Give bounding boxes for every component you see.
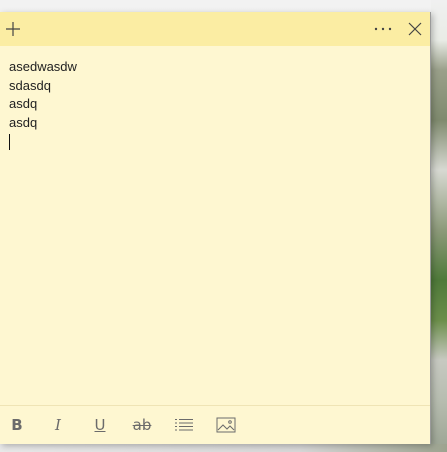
add-image-button[interactable] <box>210 406 242 444</box>
italic-button[interactable]: I <box>42 406 74 444</box>
bulleted-list-icon <box>175 419 193 431</box>
note-line: asedwasdw <box>9 59 77 74</box>
new-note-button[interactable] <box>0 12 28 46</box>
italic-icon: I <box>55 415 61 434</box>
strikethrough-icon: ab <box>132 415 152 434</box>
underline-icon: U <box>94 415 106 434</box>
note-text-area[interactable]: asedwasdw sdasdq asdq asdq <box>9 58 419 150</box>
bold-button[interactable]: B <box>1 406 33 444</box>
sticky-note-window: asedwasdw sdasdq asdq asdq B I U ab <box>0 12 431 444</box>
note-titlebar[interactable] <box>0 12 430 46</box>
note-line: asdq <box>9 114 38 130</box>
menu-button[interactable] <box>368 12 398 46</box>
ellipsis-icon <box>374 27 392 31</box>
close-note-button[interactable] <box>400 12 430 46</box>
formatting-toolbar: B I U ab <box>0 405 430 444</box>
desktop-wallpaper <box>431 0 447 452</box>
close-icon <box>408 22 422 36</box>
bulleted-list-button[interactable] <box>168 406 200 444</box>
text-caret <box>9 134 10 150</box>
plus-icon <box>6 22 20 36</box>
bold-icon: B <box>11 415 23 434</box>
strikethrough-button[interactable]: ab <box>126 406 158 444</box>
underline-button[interactable]: U <box>84 406 116 444</box>
note-line: asdq <box>9 96 38 111</box>
note-line: sdasdq <box>9 77 51 93</box>
image-icon <box>216 417 236 433</box>
desktop-wallpaper-bottom <box>0 444 447 452</box>
